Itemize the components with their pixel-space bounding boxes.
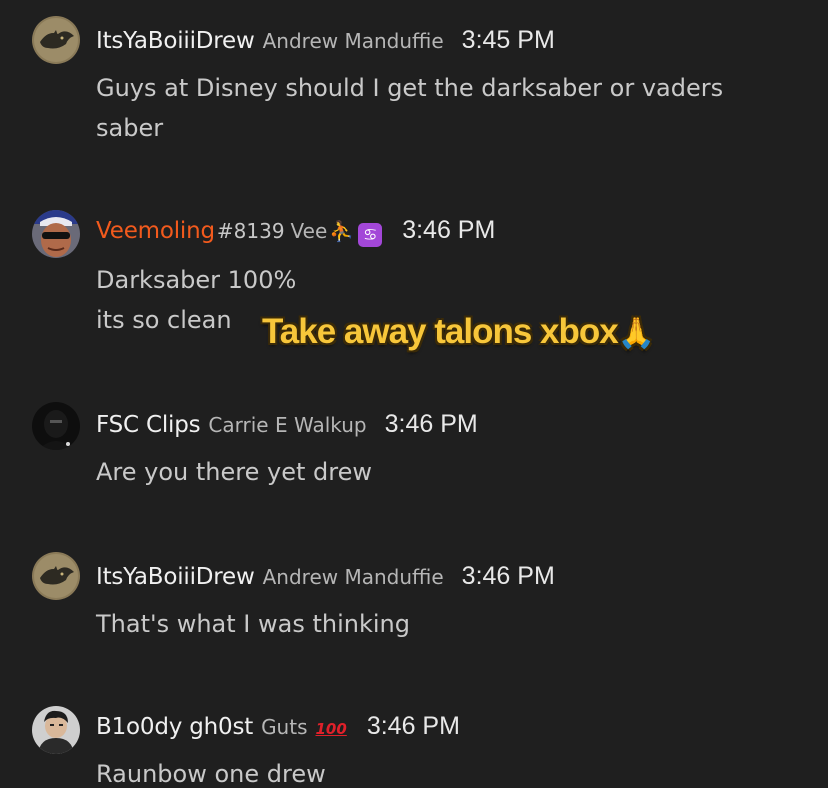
message-text: Are you there yet drew [96, 458, 372, 486]
message-text: Darksaber 100% [96, 266, 297, 294]
message-header: B1o0dy gh0st Guts 100 3:46 PM [96, 712, 460, 741]
caption-text: Take away talons xbox [262, 312, 619, 351]
hundred-points-icon: 100 [315, 720, 347, 738]
gamertag[interactable]: Veemoling [96, 218, 215, 244]
real-name: Andrew Manduffie [262, 29, 444, 53]
real-name: Guts [261, 715, 308, 739]
avatar[interactable] [32, 16, 80, 64]
timestamp: 3:46 PM [402, 216, 496, 244]
gamertag[interactable]: ItsYaBoiiiDrew [96, 28, 255, 54]
timestamp: 3:46 PM [461, 562, 555, 590]
message-header: ItsYaBoiiiDrew Andrew Manduffie 3:46 PM [96, 562, 555, 591]
overlay-caption: Take away talons xbox🙏 [262, 312, 655, 352]
gamertag[interactable]: ItsYaBoiiiDrew [96, 564, 255, 590]
avatar[interactable] [32, 706, 80, 754]
sunglasses-avatar-icon [32, 210, 80, 258]
message-text: That's what I was thinking [96, 610, 410, 638]
discriminator: #8139 [216, 219, 285, 243]
real-name: Andrew Manduffie [262, 565, 444, 589]
message-text: its so clean [96, 306, 232, 334]
timestamp: 3:45 PM [461, 26, 555, 54]
basketball-player-icon: ⛹ [329, 219, 355, 243]
gamertag[interactable]: FSC Clips [96, 412, 201, 438]
message-header: ItsYaBoiiiDrew Andrew Manduffie 3:45 PM [96, 26, 555, 55]
avatar[interactable] [32, 210, 80, 258]
message-header: FSC Clips Carrie E Walkup 3:46 PM [96, 410, 478, 439]
message-text: Raunbow one drew [96, 760, 326, 788]
timestamp: 3:46 PM [366, 712, 460, 740]
dragon-avatar-icon [32, 552, 80, 600]
dragon-avatar-icon [32, 16, 80, 64]
message-text: saber [96, 114, 164, 142]
person-avatar-icon [32, 706, 80, 754]
avatar[interactable] [32, 552, 80, 600]
message-header: Veemoling #8139 Vee ⛹ ♋ 3:46 PM [96, 216, 496, 247]
timestamp: 3:46 PM [384, 410, 478, 438]
folded-hands-icon: 🙏 [617, 317, 655, 350]
cancer-zodiac-icon: ♋ [358, 223, 383, 247]
real-name: Carrie E Walkup [208, 413, 367, 437]
real-name: Vee [290, 219, 328, 243]
avatar[interactable] [32, 402, 80, 450]
gamertag[interactable]: B1o0dy gh0st [96, 714, 253, 740]
dark-avatar-icon [32, 402, 80, 450]
message-text: Guys at Disney should I get the darksabe… [96, 74, 724, 102]
